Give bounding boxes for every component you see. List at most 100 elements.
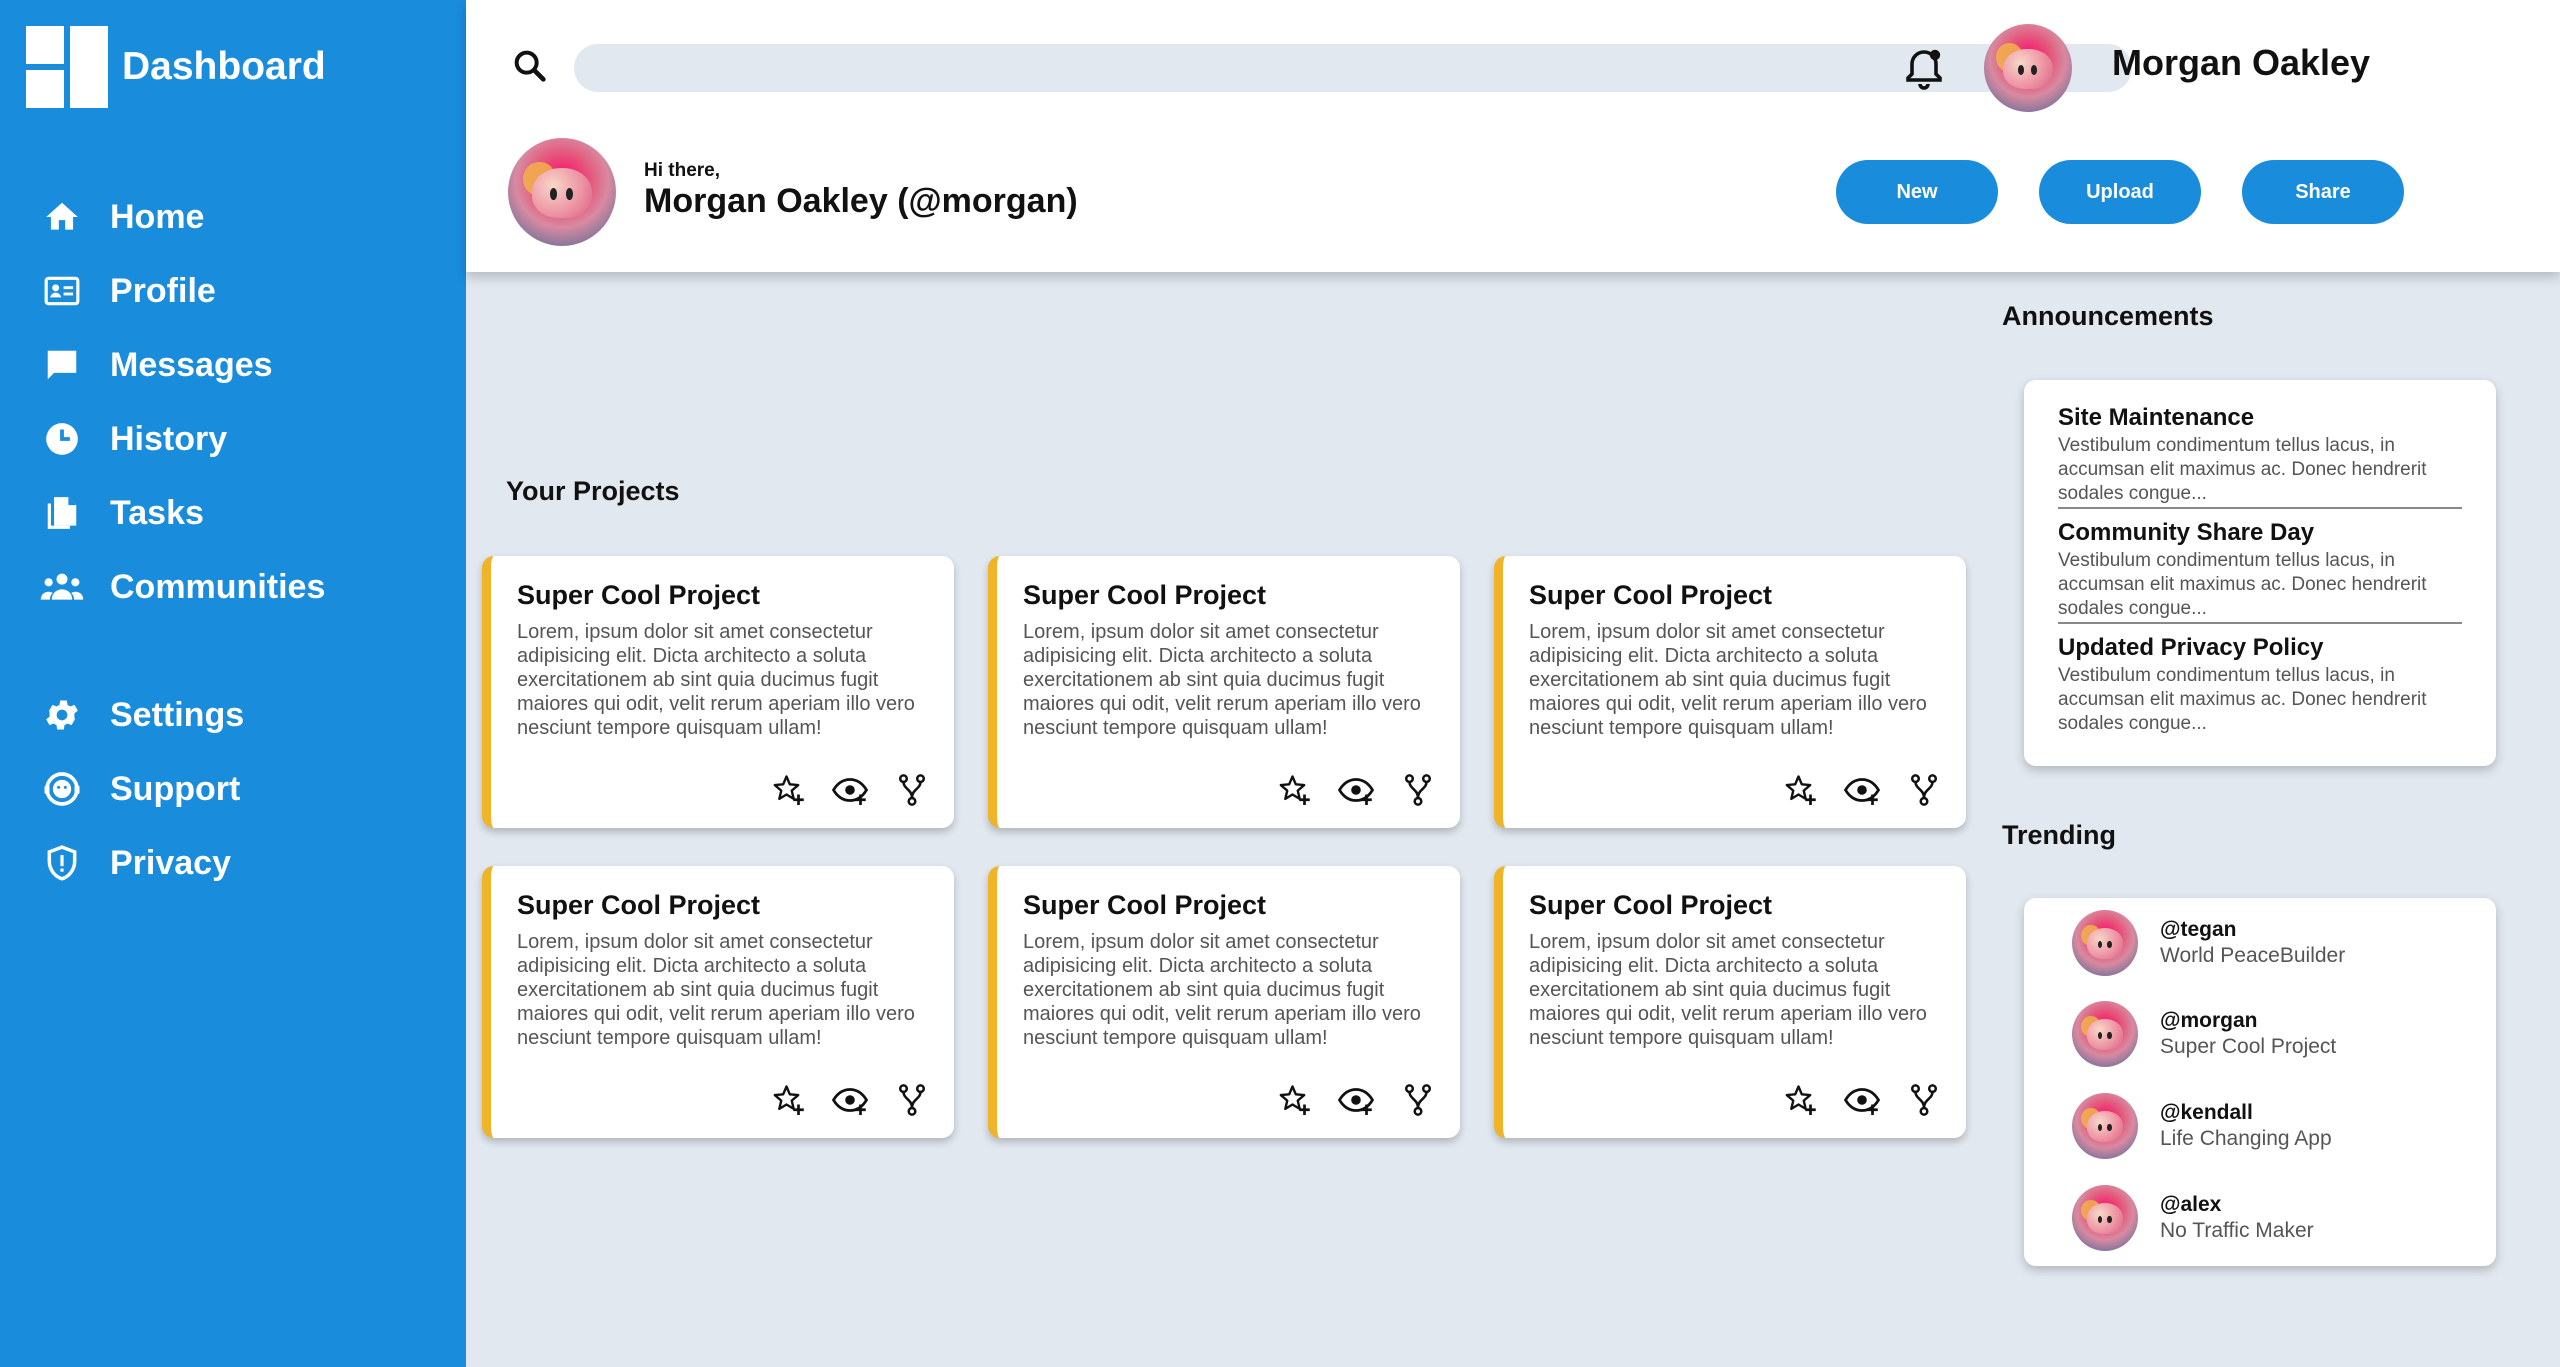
trending-project: Super Cool Project (2160, 1035, 2337, 1058)
project-card-description: Lorem, ipsum dolor sit amet consectetur … (1529, 931, 1927, 1049)
sidebar-item-label: Settings (110, 695, 245, 734)
announcement-item[interactable]: Updated Privacy Policy Vestibulum condim… (2058, 634, 2462, 736)
avatar (2072, 910, 2138, 976)
sidebar-item-label: Home (110, 197, 205, 236)
watch-eye-icon[interactable] (1336, 1080, 1376, 1120)
project-card-actions (1274, 1080, 1438, 1120)
clock-icon (40, 417, 84, 461)
sidebar-item-support[interactable]: Support (40, 752, 440, 826)
announcement-body: Vestibulum condimentum tellus lacus, in … (2058, 435, 2427, 504)
star-add-icon[interactable] (768, 1080, 808, 1120)
sidebar-item-tasks[interactable]: Tasks (40, 476, 440, 550)
sidebar-item-profile[interactable]: Profile (40, 254, 440, 328)
gear-icon (40, 693, 84, 737)
project-card-actions (768, 1080, 932, 1120)
project-card-actions (768, 770, 932, 810)
sidebar-item-settings[interactable]: Settings (40, 678, 440, 752)
avatar (2072, 1001, 2138, 1067)
trending-title: Trending (2002, 820, 2116, 850)
search-icon[interactable] (510, 46, 550, 86)
project-card-title: Super Cool Project (517, 890, 761, 920)
search-input[interactable] (574, 44, 2132, 92)
home-icon (40, 195, 84, 239)
project-card-description: Lorem, ipsum dolor sit amet consectetur … (1529, 621, 1927, 739)
trending-handle: @tegan (2160, 918, 2237, 941)
announcements-panel: Site Maintenance Vestibulum condimentum … (2024, 380, 2496, 766)
sidebar-item-label: Messages (110, 345, 273, 384)
watch-eye-icon[interactable] (830, 1080, 870, 1120)
watch-eye-icon[interactable] (1842, 1080, 1882, 1120)
new-button[interactable]: New (1836, 160, 1998, 224)
project-card-title: Super Cool Project (1529, 580, 1773, 610)
project-card[interactable]: Super Cool Project Lorem, ipsum dolor si… (988, 866, 1460, 1138)
project-card[interactable]: Super Cool Project Lorem, ipsum dolor si… (1494, 556, 1966, 828)
announcement-title: Site Maintenance (2058, 404, 2255, 431)
fork-icon[interactable] (1904, 1080, 1944, 1120)
sidebar-nav: Home Profile Messages History Tasks Comm… (40, 180, 440, 900)
announcement-body: Vestibulum condimentum tellus lacus, in … (2058, 550, 2427, 619)
sidebar-item-communities[interactable]: Communities (40, 550, 440, 624)
project-card-description: Lorem, ipsum dolor sit amet consectetur … (1023, 931, 1421, 1049)
sidebar-item-privacy[interactable]: Privacy (40, 826, 440, 900)
profile-avatar (508, 138, 616, 246)
divider (2058, 507, 2462, 509)
project-card-title: Super Cool Project (1023, 580, 1267, 610)
brand[interactable]: Dashboard (26, 26, 326, 108)
project-card-description: Lorem, ipsum dolor sit amet consectetur … (517, 621, 915, 739)
header-avatar[interactable] (1984, 24, 2072, 112)
announcement-body: Vestibulum condimentum tellus lacus, in … (2058, 665, 2427, 734)
sidebar-item-home[interactable]: Home (40, 180, 440, 254)
project-card-title: Super Cool Project (1529, 890, 1773, 920)
project-card-actions (1780, 1080, 1944, 1120)
upload-button[interactable]: Upload (2039, 160, 2201, 224)
star-add-icon[interactable] (1274, 1080, 1314, 1120)
id-card-icon (40, 269, 84, 313)
headset-icon (40, 767, 84, 811)
project-card[interactable]: Super Cool Project Lorem, ipsum dolor si… (1494, 866, 1966, 1138)
sidebar-item-label: Profile (110, 271, 216, 310)
fork-icon[interactable] (1904, 770, 1944, 810)
watch-eye-icon[interactable] (830, 770, 870, 810)
fork-icon[interactable] (1398, 1080, 1438, 1120)
fork-icon[interactable] (892, 770, 932, 810)
star-add-icon[interactable] (768, 770, 808, 810)
sidebar-item-messages[interactable]: Messages (40, 328, 440, 402)
people-icon (40, 565, 84, 609)
sidebar-item-history[interactable]: History (40, 402, 440, 476)
star-add-icon[interactable] (1274, 770, 1314, 810)
trending-project: World PeaceBuilder (2160, 944, 2346, 967)
watch-eye-icon[interactable] (1336, 770, 1376, 810)
trending-handle: @morgan (2160, 1009, 2258, 1032)
share-button[interactable]: Share (2242, 160, 2404, 224)
trending-project: Life Changing App (2160, 1127, 2332, 1150)
fork-icon[interactable] (892, 1080, 932, 1120)
header-username[interactable]: Morgan Oakley (2112, 42, 2370, 84)
project-card-title: Super Cool Project (1023, 890, 1267, 920)
trending-item[interactable]: @morgan Super Cool Project (2072, 999, 2336, 1069)
watch-eye-icon[interactable] (1842, 770, 1882, 810)
dashboard-logo-icon (26, 26, 108, 108)
avatar (2072, 1185, 2138, 1251)
star-add-icon[interactable] (1780, 1080, 1820, 1120)
notification-bell-icon[interactable] (1900, 44, 1948, 92)
user-full-name: Morgan Oakley (@morgan) (644, 182, 1078, 220)
brand-title: Dashboard (122, 45, 326, 88)
trending-item[interactable]: @tegan World PeaceBuilder (2072, 908, 2345, 978)
announcement-item[interactable]: Community Share Day Vestibulum condiment… (2058, 519, 2462, 621)
announcement-item[interactable]: Site Maintenance Vestibulum condimentum … (2058, 404, 2462, 506)
trending-item[interactable]: @kendall Life Changing App (2072, 1091, 2332, 1161)
sidebar: Dashboard Home Profile Messages History (0, 0, 466, 1367)
project-card-actions (1780, 770, 1944, 810)
fork-icon[interactable] (1398, 770, 1438, 810)
announcements-title: Announcements (2002, 301, 2214, 331)
projects-title: Your Projects (506, 476, 680, 506)
trending-item[interactable]: @alex No Traffic Maker (2072, 1183, 2314, 1253)
top-header: Morgan Oakley Hi there, Morgan Oakley (@… (466, 0, 2560, 272)
sidebar-item-label: Tasks (110, 493, 204, 532)
project-card[interactable]: Super Cool Project Lorem, ipsum dolor si… (482, 556, 954, 828)
star-add-icon[interactable] (1780, 770, 1820, 810)
project-card[interactable]: Super Cool Project Lorem, ipsum dolor si… (482, 866, 954, 1138)
avatar (2072, 1093, 2138, 1159)
project-card[interactable]: Super Cool Project Lorem, ipsum dolor si… (988, 556, 1460, 828)
announcement-title: Community Share Day (2058, 519, 2315, 546)
